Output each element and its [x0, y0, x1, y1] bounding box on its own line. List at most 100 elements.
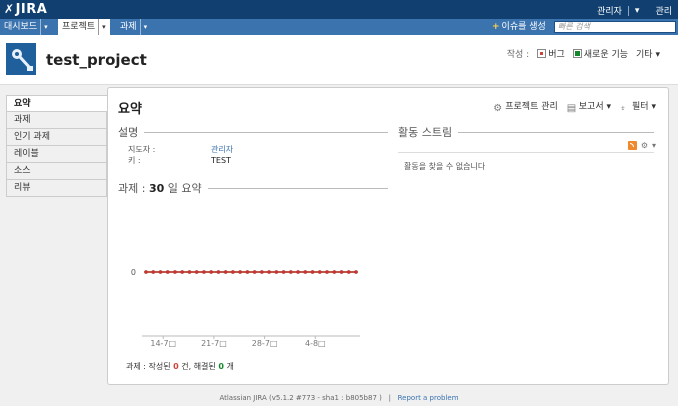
nav-projects-label: 프로젝트: [62, 22, 96, 32]
data-point: [339, 270, 344, 274]
filters-label: 필터: [632, 102, 649, 112]
nav-projects[interactable]: 프로젝트 ▾: [58, 19, 110, 35]
plus-icon: +: [492, 22, 500, 32]
create-issue-label: 이슈를 생성: [501, 22, 546, 32]
data-point: [194, 270, 199, 274]
summary-panel: 요약 ⚙ 프로젝트 관리 ▤ 보고서 ▾ ⍖ 필터 ▾ 설명 지도자 : 관리자 키 :…: [107, 87, 669, 385]
chart-footer-suffix: 개: [223, 362, 234, 371]
version-text: Atlassian JIRA (v5.1.2 #773 - sha1 : b80…: [219, 394, 382, 402]
data-point: [231, 270, 235, 274]
gear-icon[interactable]: ⚙: [641, 141, 648, 150]
gear-icon: ⚙: [493, 103, 503, 114]
project-sidebar: 요약 과제 인기 과제 레이블 소스 리뷰: [6, 95, 107, 197]
data-point: [274, 270, 279, 274]
project-admin-button[interactable]: ⚙ 프로젝트 관리: [493, 99, 558, 114]
quick-search-input[interactable]: 빠른 검색: [554, 21, 676, 33]
create-issue-button[interactable]: + 이슈를 생성: [492, 19, 546, 35]
sidebar-item-reviews[interactable]: 리뷰: [6, 180, 107, 197]
create-label: 작성 :: [506, 50, 530, 60]
more-create-label: 기타: [636, 50, 653, 60]
jira-logo[interactable]: ✗JIRA: [4, 2, 47, 17]
reports-dropdown[interactable]: ▤ 보고서 ▾: [567, 99, 611, 114]
data-point: [296, 270, 300, 274]
create-feature-label: 새로운 기능: [583, 50, 629, 60]
chart-footer: 과제 : 작성된 0 건, 해결된 0 개: [126, 361, 234, 372]
data-point: [223, 270, 228, 274]
sidebar-item-popular-issues[interactable]: 인기 과제: [6, 129, 107, 146]
admin-link[interactable]: 관리: [655, 4, 672, 17]
chevron-down-icon[interactable]: ▾: [98, 19, 106, 35]
report-icon: ▤: [566, 103, 577, 114]
separator: [627, 5, 629, 16]
nav-issues[interactable]: 과제 ▾: [116, 19, 151, 35]
x-tick-label: 4-8□: [305, 339, 326, 348]
created-vs-resolved-chart: 0 14-7□ 21-7□ 28-7□ 4-8□: [118, 196, 378, 356]
data-point: [151, 270, 156, 274]
filters-dropdown[interactable]: ⍖ 필터 ▾: [620, 99, 656, 114]
chart-section-header: 과제 : 30 일 요약: [118, 180, 388, 196]
new-feature-icon: [572, 49, 582, 58]
data-point: [317, 270, 322, 274]
data-point: [325, 270, 329, 274]
chevron-down-icon: ▾: [606, 102, 612, 112]
chevron-down-icon[interactable]: ▾: [40, 19, 48, 35]
data-point: [332, 270, 337, 274]
description-section-header: 설명: [118, 124, 388, 140]
data-point: [165, 270, 170, 274]
sidebar-item-summary[interactable]: 요약: [6, 95, 107, 112]
chevron-down-icon: ▾: [655, 50, 660, 60]
create-feature-button[interactable]: 새로운 기능: [572, 47, 629, 60]
filter-icon: ⍖: [620, 103, 627, 114]
divider: [144, 131, 388, 133]
divider: [398, 152, 654, 153]
project-title: test_project: [46, 51, 147, 69]
project-lead-link[interactable]: 관리자: [211, 145, 233, 154]
more-create-button[interactable]: 기타 ▾: [636, 47, 660, 60]
user-menu[interactable]: 관리자: [597, 4, 622, 17]
data-point: [158, 270, 163, 274]
x-tick-label: 21-7□: [201, 339, 227, 348]
main-nav: 대시보드 ▾ 프로젝트 ▾ 과제 ▾ + 이슈를 생성 빠른 검색: [0, 19, 678, 35]
data-point: [173, 270, 177, 274]
activity-section-header: 활동 스트림: [398, 124, 654, 140]
chevron-down-icon[interactable]: ▾: [139, 19, 147, 35]
activity-empty-message: 활동을 찾을 수 없습니다: [404, 162, 486, 171]
sidebar-item-issues[interactable]: 과제: [6, 112, 107, 129]
project-admin-label: 프로젝트 관리: [505, 102, 558, 112]
data-point: [202, 270, 206, 274]
nav-issues-label: 과제: [120, 22, 137, 32]
bug-icon: [537, 49, 547, 58]
chevron-down-icon[interactable]: ▾: [652, 141, 656, 150]
chart-heading-days: 30: [148, 182, 165, 195]
rss-icon[interactable]: [627, 141, 637, 150]
sidebar-item-labels[interactable]: 레이블: [6, 146, 107, 163]
chart-svg: 0 14-7□ 21-7□ 28-7□ 4-8□: [131, 268, 360, 348]
activity-heading: 활동 스트림: [398, 126, 453, 139]
project-key-key: 키 :: [128, 156, 141, 165]
logo-text: JIRA: [15, 2, 48, 17]
project-lead-key: 지도자 :: [128, 145, 156, 154]
chart-heading: 과제 : 30 일 요약: [118, 180, 202, 196]
project-lead-row: 지도자 : 관리자: [128, 144, 233, 155]
project-key-value: TEST: [211, 156, 231, 165]
create-bug-button[interactable]: 버그: [537, 47, 565, 60]
data-point: [245, 270, 250, 274]
data-point: [281, 270, 286, 274]
data-point: [187, 270, 192, 274]
project-avatar: [6, 43, 36, 75]
project-key-row: 키 : TEST: [128, 155, 231, 166]
data-point: [216, 270, 221, 274]
data-point: [267, 270, 271, 274]
user-menu-dropdown-icon[interactable]: ▾: [635, 6, 640, 16]
description-heading: 설명: [118, 126, 139, 139]
chart-footer-middle: 건, 해결된: [178, 362, 219, 371]
data-point: [354, 270, 358, 274]
nav-dashboards[interactable]: 대시보드 ▾: [0, 19, 52, 35]
report-problem-link[interactable]: Report a problem: [398, 394, 459, 402]
sidebar-item-source[interactable]: 소스: [6, 163, 107, 180]
data-point: [289, 270, 293, 274]
data-point: [346, 270, 351, 274]
jira-logo-icon: ✗: [4, 2, 15, 16]
project-avatar-icon: [6, 43, 36, 75]
chart-footer-prefix: 과제 : 작성된: [126, 362, 174, 371]
